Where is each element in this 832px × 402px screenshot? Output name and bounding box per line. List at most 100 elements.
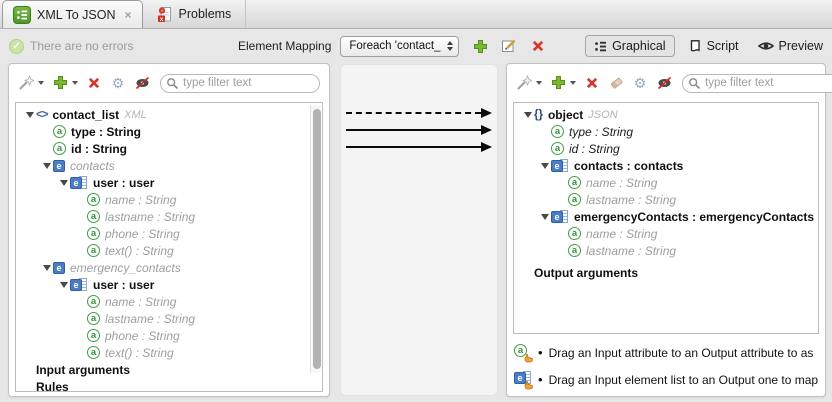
node-label: id : String	[569, 142, 620, 156]
element-mapping-select[interactable]: Foreach 'contact_	[340, 36, 459, 57]
expander-icon[interactable]	[539, 214, 551, 220]
datamapper-icon	[13, 6, 31, 24]
node-label: phone : String	[105, 329, 180, 343]
tree-node[interactable]: a id : String	[514, 140, 818, 157]
dropdown-caret-icon[interactable]	[38, 81, 44, 85]
input-panel-toolbar: ⚙	[9, 64, 329, 101]
mapping-arrow-dashed[interactable]	[346, 112, 481, 114]
tree-node[interactable]: {}objectJSON	[514, 106, 818, 123]
output-filter	[682, 73, 832, 93]
tree-node[interactable]: aname : String	[16, 191, 322, 208]
auto-map-button[interactable]	[516, 75, 532, 91]
attr-icon: a	[551, 142, 564, 155]
tree-node[interactable]: alastname : String	[514, 242, 818, 259]
node-label: lastname : String	[586, 193, 676, 207]
expander-icon[interactable]	[58, 282, 70, 288]
tree-node[interactable]: aname : String	[514, 174, 818, 191]
node-label: contacts : contacts	[574, 159, 683, 173]
view-switch-group: Graphical Script Preview	[585, 29, 829, 63]
properties-button[interactable]: ⚙	[632, 75, 648, 91]
no-errors-check-icon: ✓	[9, 39, 24, 54]
tree-node[interactable]: econtacts : contacts	[514, 157, 818, 174]
scrollbar-thumb[interactable]	[313, 109, 321, 369]
script-icon	[688, 39, 702, 54]
expander-icon[interactable]	[24, 112, 36, 118]
output-panel: ⚙ {}objectJSONatype : Stringaid : String…	[506, 63, 826, 397]
tree-node[interactable]: Output arguments	[514, 264, 818, 281]
element-mapping-label: Element Mapping	[238, 39, 331, 53]
tree-node[interactable]: <>contact_listXML	[16, 106, 322, 123]
dropdown-caret-icon[interactable]	[536, 81, 542, 85]
delete-node-button[interactable]	[86, 75, 102, 91]
preview-view-button[interactable]: Preview	[752, 36, 829, 56]
mapping-arrow-solid[interactable]	[346, 129, 481, 131]
tree-node[interactable]: alastname : String	[514, 191, 818, 208]
mapping-arrow-solid[interactable]	[346, 146, 481, 148]
tree-node[interactable]: eemergencyContacts : emergencyContacts	[514, 208, 818, 225]
view-btn-label: Script	[707, 39, 739, 53]
output-filter-field[interactable]	[682, 74, 832, 93]
attr-icon: a	[551, 125, 564, 138]
edit-mapping-button[interactable]	[501, 38, 517, 54]
plus-icon	[53, 75, 68, 90]
select-stepper-icon	[447, 41, 453, 51]
bullet: •	[538, 345, 543, 360]
expander-icon[interactable]	[522, 112, 534, 118]
add-node-button[interactable]	[52, 75, 68, 91]
add-mapping-button[interactable]	[472, 38, 488, 54]
tree-node[interactable]: aname : String	[16, 293, 322, 310]
hint-attribute: a • Drag an Input attribute to an Output…	[514, 344, 825, 361]
tree-node[interactable]: alastname : String	[16, 208, 322, 225]
script-view-button[interactable]: Script	[682, 36, 745, 57]
tree-node[interactable]: aid : String	[16, 140, 322, 157]
properties-button[interactable]: ⚙	[110, 75, 126, 91]
tree-node[interactable]: atype : String	[514, 123, 818, 140]
node-label: Rules	[36, 380, 69, 393]
tree-node[interactable]: eemergency_contacts	[16, 259, 322, 276]
auto-map-button[interactable]	[18, 75, 34, 91]
clear-mappings-button[interactable]	[608, 75, 624, 91]
expander-icon[interactable]	[539, 163, 551, 169]
input-tree: <>contact_listXMLatype : Stringaid : Str…	[15, 102, 323, 392]
tree-node[interactable]: aphone : String	[16, 327, 322, 344]
drag-hints: a • Drag an Input attribute to an Output…	[514, 338, 825, 394]
view-btn-label: Graphical	[612, 39, 666, 53]
tree-node[interactable]: econtacts	[16, 157, 322, 174]
tree-node[interactable]: euser : user	[16, 276, 322, 293]
tree-node[interactable]: Rules	[16, 378, 322, 392]
input-tree-scrollbar[interactable]	[310, 105, 321, 373]
expander-icon[interactable]	[41, 163, 53, 169]
tab-xml-to-json[interactable]: XML To JSON ×	[2, 0, 143, 28]
hide-unmapped-button[interactable]	[134, 75, 150, 91]
svg-text:x: x	[159, 15, 163, 22]
close-icon[interactable]: ×	[125, 8, 132, 22]
status-group: ✓ There are no errors	[9, 29, 133, 63]
tree-node[interactable]: aphone : String	[16, 225, 322, 242]
tab-problems[interactable]: x Problems	[143, 0, 247, 28]
tree-node[interactable]: atext() : String	[16, 242, 322, 259]
delete-node-button[interactable]	[584, 75, 600, 91]
node-label: name : String	[105, 193, 176, 207]
expander-icon[interactable]	[58, 180, 70, 186]
add-node-button[interactable]	[550, 75, 566, 91]
tree-node[interactable]: atext() : String	[16, 344, 322, 361]
magic-wand-icon	[516, 75, 532, 91]
node-label: text() : String	[105, 244, 174, 258]
dropdown-caret-icon[interactable]	[72, 81, 78, 85]
input-filter-field[interactable]	[160, 74, 320, 93]
dropdown-caret-icon[interactable]	[570, 81, 576, 85]
problems-icon: x	[157, 6, 173, 23]
tree-node[interactable]: euser : user	[16, 174, 322, 191]
hide-unmapped-button[interactable]	[656, 75, 672, 91]
hand-cursor-icon	[524, 353, 534, 363]
tree-node[interactable]: alastname : String	[16, 310, 322, 327]
tree-node[interactable]: atype : String	[16, 123, 322, 140]
tree-node[interactable]: Input arguments	[16, 361, 322, 378]
expander-icon[interactable]	[41, 265, 53, 271]
eye-slash-icon	[135, 75, 150, 90]
tree-node[interactable]: aname : String	[514, 225, 818, 242]
hint-text: Drag an Input attribute to an Output att…	[549, 346, 814, 360]
delete-mapping-button[interactable]	[530, 38, 546, 54]
attr-icon: a	[87, 346, 100, 359]
graphical-view-button[interactable]: Graphical	[585, 35, 675, 57]
